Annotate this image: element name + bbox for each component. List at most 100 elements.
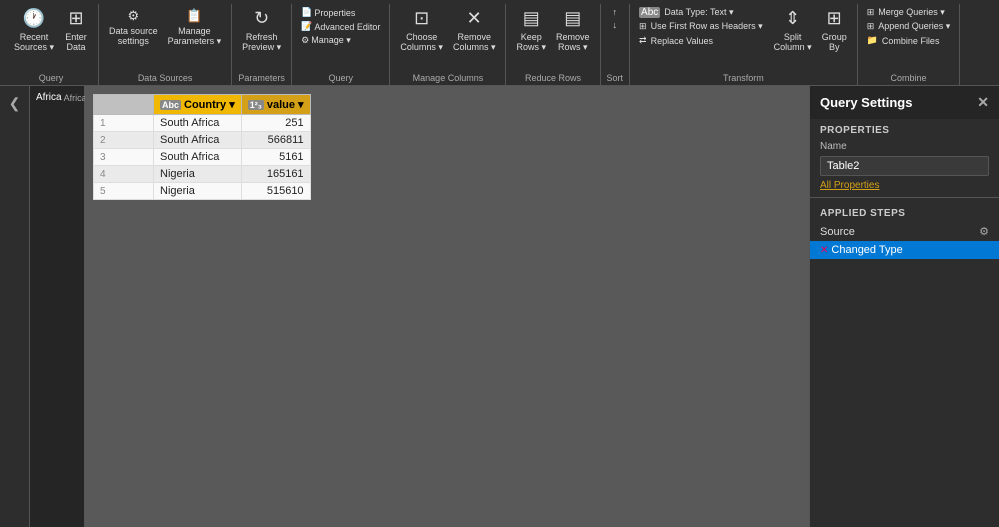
remove-cols-icon: ✕ (467, 8, 482, 30)
merge-queries-button[interactable]: ⊞ Merge Queries ▾ (864, 6, 954, 19)
table-row[interactable]: 5 Nigeria 515610 (94, 183, 311, 200)
sort-desc-button[interactable]: ↓ (610, 19, 621, 31)
parameters-group-label: Parameters (238, 71, 285, 83)
keep-rows-icon: ▤ (523, 8, 540, 30)
enter-data-button[interactable]: ⊞ EnterData (60, 6, 92, 54)
name-value[interactable]: Table2 (820, 156, 989, 176)
manage-button[interactable]: ⚙ Manage ▾ (298, 34, 383, 47)
table-row[interactable]: 2 South Africa 566811 (94, 132, 311, 149)
remove-columns-button[interactable]: ✕ RemoveColumns ▾ (449, 6, 500, 55)
ribbon-group-manage: 📄 Properties 📝 Advanced Editor ⚙ Manage … (292, 4, 390, 85)
group-by-button[interactable]: ⊞ GroupBy (818, 6, 851, 54)
table-container: Abc Country ▾ 1²₃ value ▾ (85, 86, 809, 208)
split-col-icon: ⇕ (785, 8, 800, 30)
data-table: Abc Country ▾ 1²₃ value ▾ (93, 94, 311, 200)
table-row[interactable]: 4 Nigeria 165161 (94, 166, 311, 183)
value-type-icon: 1²₃ (248, 100, 264, 110)
params-icon: 📋 (186, 8, 202, 24)
enter-data-icon: ⊞ (69, 8, 84, 30)
ribbon-group-reduce-rows: ▤ KeepRows ▾ ▤ RemoveRows ▾ Reduce Rows (506, 4, 600, 85)
datasource-icon: ⚙ (127, 8, 139, 24)
query-settings-title: Query Settings (820, 95, 912, 110)
ribbon: 🕐 RecentSources ▾ ⊞ EnterData Query ⚙ Da… (0, 0, 999, 86)
source-step-label: Source (820, 226, 855, 238)
remove-rows-icon: ▤ (564, 8, 581, 30)
append-queries-button[interactable]: ⊞ Append Queries ▾ (864, 20, 954, 33)
africa-query-item[interactable]: Africa Africa (32, 90, 82, 105)
changed-type-step[interactable]: ✕ Changed Type (810, 241, 999, 259)
advanced-editor-icon: 📝 (301, 21, 312, 32)
manage-icon: ⚙ (301, 35, 309, 46)
table-row[interactable]: 3 South Africa 5161 (94, 149, 311, 166)
value-filter-icon[interactable]: ▾ (298, 98, 304, 111)
query-group-label: Query (39, 71, 64, 83)
country-cell: South Africa (154, 132, 242, 149)
country-cell: Nigeria (154, 183, 242, 200)
left-panel: ❮ (0, 86, 30, 527)
replace-values-button[interactable]: ⇄ Replace Values (636, 34, 766, 47)
row-num-header (94, 95, 154, 115)
ribbon-group-parameters: ↻ RefreshPreview ▾ Parameters (232, 4, 292, 85)
value-cell: 566811 (241, 132, 310, 149)
query2-group-label: Query (329, 71, 354, 83)
merge-icon: ⊞ (867, 7, 875, 18)
row-num-cell: 1 (94, 115, 154, 132)
value-cell: 165161 (241, 166, 310, 183)
choose-columns-button[interactable]: ⊡ ChooseColumns ▾ (396, 6, 447, 55)
source-step-gear-icon[interactable]: ⚙ (979, 225, 989, 238)
country-cell: South Africa (154, 149, 242, 166)
ribbon-group-transform: Abc Data Type: Text ▾ ⊞ Use First Row as… (630, 4, 858, 85)
source-step[interactable]: Source ⚙ (810, 222, 999, 241)
row-num-cell: 3 (94, 149, 154, 166)
data-type-icon: Abc (639, 7, 660, 18)
keep-rows-button[interactable]: ▤ KeepRows ▾ (512, 6, 550, 55)
sort-asc-button[interactable]: ↑ (610, 6, 621, 18)
data-type-button[interactable]: Abc Data Type: Text ▾ (636, 6, 766, 19)
properties-button[interactable]: 📄 Properties (298, 6, 383, 19)
table-row[interactable]: 1 South Africa 251 (94, 115, 311, 132)
ribbon-group-query-buttons: 🕐 RecentSources ▾ ⊞ EnterData (10, 6, 92, 71)
country-column-header[interactable]: Abc Country ▾ (154, 95, 242, 115)
sort-group-label: Sort (607, 71, 624, 83)
main-area: ❮ Africa Africa Abc Country ▾ (0, 86, 999, 527)
datasources-group-label: Data Sources (138, 71, 193, 83)
left-collapse-button[interactable]: ❮ (6, 92, 24, 115)
query-settings-close-button[interactable]: ✕ (977, 94, 989, 111)
refresh-preview-button[interactable]: ↻ RefreshPreview ▾ (238, 6, 285, 55)
sort-desc-icon: ↓ (613, 20, 618, 30)
ribbon-group-manage-cols: ⊡ ChooseColumns ▾ ✕ RemoveColumns ▾ Mana… (390, 4, 506, 85)
properties-icon: 📄 (301, 7, 312, 18)
append-icon: ⊞ (867, 21, 875, 32)
sort-asc-icon: ↑ (613, 7, 618, 17)
split-column-button[interactable]: ⇕ SplitColumn ▾ (770, 6, 816, 55)
advanced-editor-button[interactable]: 📝 Advanced Editor (298, 20, 383, 33)
applied-steps-section-title: APPLIED STEPS (810, 202, 999, 222)
query-settings-panel: Query Settings ✕ PROPERTIES Name Table2 … (809, 86, 999, 527)
country-col-label: Country (184, 99, 226, 111)
ribbon-group-query: 🕐 RecentSources ▾ ⊞ EnterData Query (4, 4, 99, 85)
africa-count: Africa (64, 93, 87, 103)
africa-label: Africa (36, 92, 62, 103)
combine-files-button[interactable]: 📁 Combine Files (864, 34, 954, 47)
datasource-settings-button[interactable]: ⚙ Data sourcesettings (105, 6, 162, 48)
transform-group-label: Transform (723, 71, 764, 83)
ribbon-group-sort: ↑ ↓ Sort (601, 4, 631, 85)
row-num-cell: 5 (94, 183, 154, 200)
choose-cols-icon: ⊡ (414, 8, 429, 30)
country-cell: Nigeria (154, 166, 242, 183)
country-type-icon: Abc (160, 100, 181, 110)
use-first-row-button[interactable]: ⊞ Use First Row as Headers ▾ (636, 20, 766, 33)
value-column-header[interactable]: 1²₃ value ▾ (241, 95, 310, 115)
first-row-icon: ⊞ (639, 21, 647, 32)
query-list-panel: Africa Africa (30, 86, 85, 527)
manage-parameters-button[interactable]: 📋 ManageParameters ▾ (164, 6, 226, 49)
combine-icon: 📁 (867, 35, 878, 46)
row-num-cell: 4 (94, 166, 154, 183)
settings-divider (810, 197, 999, 198)
combine-group-label: Combine (890, 71, 926, 83)
remove-rows-button[interactable]: ▤ RemoveRows ▾ (552, 6, 594, 55)
all-properties-link[interactable]: All Properties (810, 178, 999, 193)
recent-sources-button[interactable]: 🕐 RecentSources ▾ (10, 6, 58, 55)
value-cell: 5161 (241, 149, 310, 166)
country-filter-icon[interactable]: ▾ (229, 98, 235, 111)
